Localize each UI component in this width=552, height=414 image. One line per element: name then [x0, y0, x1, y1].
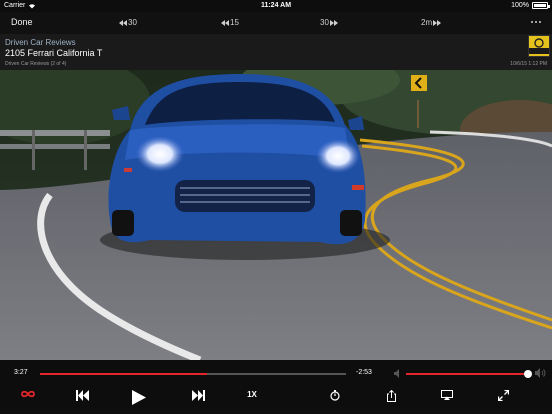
skip-back-30-label: 30 [128, 18, 137, 27]
done-button[interactable]: Done [11, 17, 33, 27]
volume-knob[interactable] [523, 370, 532, 378]
timer-icon [330, 390, 340, 401]
elapsed-time: 3:27 [14, 369, 28, 376]
playback-controls: 3:27 -2:53 1X [0, 360, 552, 414]
expand-icon [497, 390, 509, 401]
volume-fill [406, 373, 528, 375]
more-dot-icon [531, 21, 533, 23]
skip-back-15-button[interactable]: 15 [221, 18, 239, 27]
skip-forward-30-button[interactable]: 30 [320, 18, 338, 27]
episode-date: 10/6/15 1:12 PM [510, 61, 547, 67]
more-dot-icon [539, 21, 541, 23]
next-button[interactable] [190, 390, 206, 401]
episode-info: Driven Car Reviews 2105 Ferrari Californ… [0, 34, 552, 70]
progress-fill [40, 373, 207, 375]
airplay-button[interactable] [440, 390, 454, 400]
video-still-image [0, 70, 552, 360]
battery: 100% [511, 2, 550, 9]
rewind-icon [119, 19, 127, 26]
previous-button[interactable] [74, 390, 90, 401]
skip-forward-2m-button[interactable]: 2m [421, 18, 442, 27]
rewind-icon [221, 19, 229, 26]
skip-forward-30-label: 30 [320, 18, 329, 27]
fast-forward-icon [329, 19, 338, 26]
fullscreen-button[interactable] [496, 390, 510, 401]
video-frame[interactable] [0, 70, 552, 360]
episode-position: Driven Car Reviews (2 of 4) [5, 61, 67, 67]
sleep-timer-button[interactable] [328, 390, 342, 401]
volume-slider[interactable] [406, 370, 532, 378]
more-options-button[interactable] [531, 21, 541, 23]
player-toolbar: Done 30 15 30 2m [0, 12, 552, 34]
play-icon [132, 390, 146, 405]
driven-logo-icon [529, 36, 549, 56]
episode-title: 2105 Ferrari California T [5, 48, 103, 58]
skip-next-icon [191, 390, 205, 401]
infinity-icon [21, 390, 35, 398]
podcast-name[interactable]: Driven Car Reviews [5, 38, 76, 47]
airplay-icon [441, 390, 453, 400]
fast-forward-icon [433, 19, 442, 26]
share-button[interactable] [384, 390, 398, 402]
skip-forward-2m-label: 2m [421, 18, 433, 27]
remaining-time: -2:53 [356, 369, 372, 376]
clock: 11:24 AM [260, 2, 292, 9]
playback-speed-button[interactable]: 1X [244, 390, 260, 399]
skip-back-15-label: 15 [230, 18, 239, 27]
skip-back-30-button[interactable]: 30 [119, 18, 137, 27]
play-button[interactable] [130, 390, 148, 405]
more-dot-icon [535, 21, 537, 23]
progress-slider[interactable] [40, 373, 346, 375]
share-icon [386, 390, 396, 402]
skip-previous-icon [75, 390, 89, 401]
volume-low-icon [394, 369, 399, 378]
battery-icon [532, 2, 550, 9]
podcast-artwork [528, 35, 550, 57]
status-bar: Carrier 11:24 AM 100% [0, 0, 552, 12]
volume-high-icon [535, 368, 546, 378]
loop-button[interactable] [20, 390, 36, 398]
battery-percent: 100% [511, 2, 529, 9]
